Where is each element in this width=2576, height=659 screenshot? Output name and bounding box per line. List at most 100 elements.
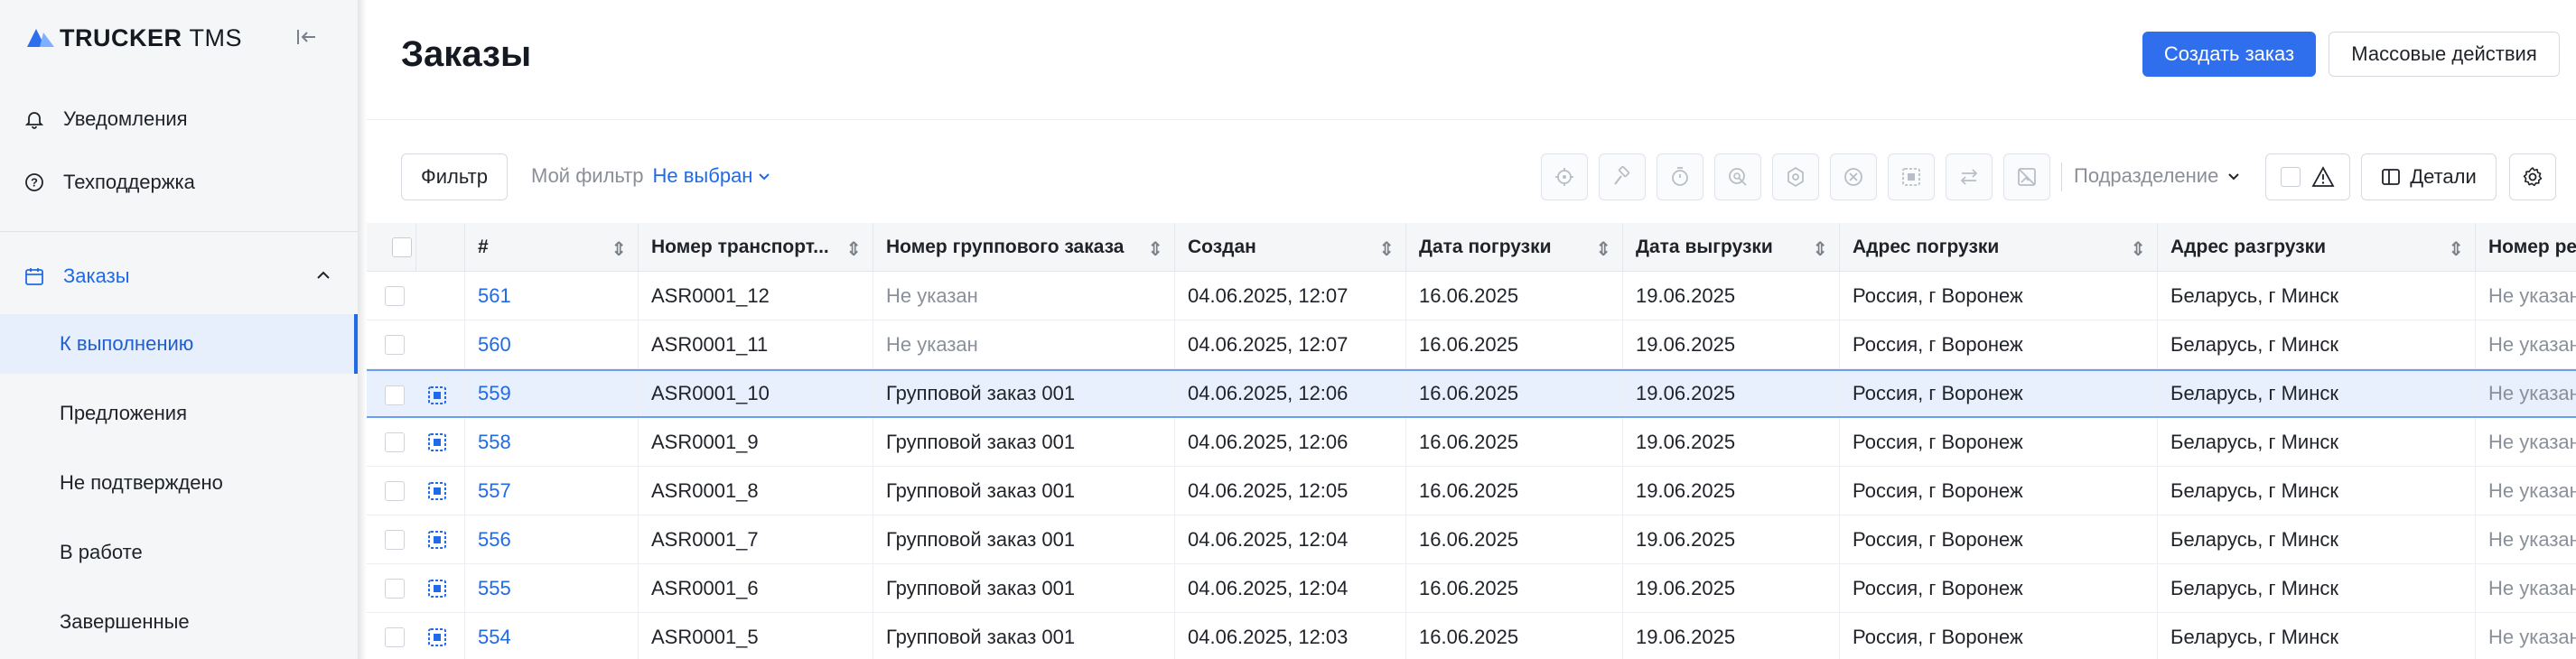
svg-text:?: ? — [31, 176, 38, 190]
cancel-circle-icon[interactable] — [1830, 153, 1877, 200]
table-row[interactable]: 558 ASR0001_9 Групповой заказ 001 04.06.202… — [367, 418, 2576, 467]
search-doc-icon[interactable] — [1714, 153, 1761, 200]
sidebar-subitem-completed[interactable]: Завершенные — [0, 592, 358, 652]
sidebar-item-support[interactable]: ? Техподдержка — [0, 164, 358, 200]
header-transport-number[interactable]: Номер транспорт... ⇕ — [638, 223, 873, 272]
header-group-order[interactable]: Номер группового заказа ⇕ — [873, 223, 1174, 272]
header-created[interactable]: Создан ⇕ — [1174, 223, 1405, 272]
select-all-cell — [367, 223, 415, 272]
filter-button[interactable]: Фильтр — [401, 153, 508, 200]
cell-from: Россия, г Воронеж — [1839, 418, 2157, 466]
sidebar-subitem-offers[interactable]: Предложения — [0, 384, 358, 443]
group-select-icon[interactable] — [1888, 153, 1935, 200]
cell-group: Групповой заказ 001 — [873, 467, 1174, 515]
toolbar-divider — [2061, 162, 2062, 191]
sidebar-shadow — [358, 0, 367, 659]
order-number-link[interactable]: 557 — [464, 467, 638, 515]
cell-load: 16.06.2025 — [1405, 613, 1622, 659]
table-row[interactable]: 561 ASR0001_12 Не указан 04.06.2025, 12:07 1… — [367, 272, 2576, 320]
order-number-link[interactable]: 554 — [464, 613, 638, 659]
sidebar-subitem-label: Предложения — [60, 402, 188, 424]
settings-gear-icon[interactable] — [1772, 153, 1819, 200]
logo[interactable]: TRUCKER TMS — [27, 23, 242, 52]
hammer-icon[interactable] — [1599, 153, 1646, 200]
table-row[interactable]: 555 ASR0001_6 Групповой заказ 001 04.06.202… — [367, 564, 2576, 613]
swap-icon[interactable] — [1946, 153, 1993, 200]
subdivision-select[interactable]: Подразделение — [2074, 164, 2242, 188]
sidebar-subitem-unconfirmed[interactable]: Не подтверждено — [0, 453, 358, 513]
group-order-icon — [428, 580, 446, 598]
sort-icon[interactable]: ⇕ — [1378, 238, 1395, 261]
header-load-address[interactable]: Адрес погрузки ⇕ — [1839, 223, 2157, 272]
row-checkbox[interactable] — [385, 481, 405, 501]
order-number-link[interactable]: 556 — [464, 515, 638, 563]
table-row[interactable]: 560 ASR0001_11 Не указан 04.06.2025, 12:07 1… — [367, 320, 2576, 369]
cell-extra: Не указан — [2475, 272, 2576, 320]
cell-from: Россия, г Воронеж — [1839, 467, 2157, 515]
row-checkbox[interactable] — [385, 286, 405, 306]
my-filter-select[interactable]: Не выбран — [653, 164, 773, 188]
table-row[interactable]: 556 ASR0001_7 Групповой заказ 001 04.06.202… — [367, 515, 2576, 564]
details-button[interactable]: Детали — [2361, 153, 2497, 200]
cell-unload: 19.06.2025 — [1622, 418, 1839, 466]
target-icon[interactable] — [1541, 153, 1588, 200]
chevron-down-icon — [759, 173, 770, 181]
header-load-date[interactable]: Дата погрузки ⇕ — [1405, 223, 1622, 272]
cell-unload: 19.06.2025 — [1622, 272, 1839, 320]
create-order-button[interactable]: Создать заказ — [2142, 32, 2316, 77]
table-row[interactable]: 557 ASR0001_8 Групповой заказ 001 04.06.202… — [367, 467, 2576, 515]
calendar-icon — [23, 265, 45, 287]
row-checkbox[interactable] — [385, 530, 405, 550]
cell-group: Не указан — [873, 320, 1174, 368]
select-all-checkbox[interactable] — [392, 237, 412, 257]
header-number[interactable]: # ⇕ — [464, 223, 638, 272]
group-order-icon — [428, 628, 446, 646]
header-divider — [367, 119, 2576, 120]
sort-icon[interactable]: ⇕ — [2130, 238, 2146, 261]
sidebar-item-label: Техподдержка — [63, 171, 195, 193]
sort-icon[interactable]: ⇕ — [845, 238, 862, 261]
table-settings-button[interactable] — [2509, 153, 2556, 200]
timer-icon[interactable] — [1657, 153, 1703, 200]
sort-icon[interactable]: ⇕ — [1595, 238, 1611, 261]
header-unload-address[interactable]: Адрес разгрузки ⇕ — [2157, 223, 2475, 272]
no-image-icon[interactable] — [2003, 153, 2050, 200]
sidebar-subitem-to-do[interactable]: К выполнению — [0, 314, 358, 374]
sort-icon[interactable]: ⇕ — [1812, 238, 1828, 261]
row-checkbox[interactable] — [385, 627, 405, 647]
row-checkbox[interactable] — [385, 579, 405, 599]
collapse-sidebar-button[interactable] — [291, 23, 322, 51]
sort-icon[interactable]: ⇕ — [2448, 238, 2464, 261]
cell-extra: Не указан — [2475, 467, 2576, 515]
order-number-link[interactable]: 559 — [464, 371, 638, 416]
sidebar-item-orders[interactable]: Заказы — [0, 258, 358, 294]
order-number-link[interactable]: 561 — [464, 272, 638, 320]
table-row[interactable]: 559 ASR0001_10 Групповой заказ 001 04.06.20… — [367, 369, 2576, 418]
header-extra-number[interactable]: Номер ре — [2475, 223, 2576, 272]
subdivision-label: Подразделение — [2074, 164, 2219, 187]
cell-created: 04.06.2025, 12:04 — [1174, 564, 1405, 612]
order-number-link[interactable]: 555 — [464, 564, 638, 612]
table-row[interactable]: 554 ASR0001_5 Групповой заказ 001 04.06.202… — [367, 613, 2576, 659]
warning-filter-checkbox[interactable] — [2281, 167, 2301, 187]
cell-created: 04.06.2025, 12:05 — [1174, 467, 1405, 515]
cell-created: 04.06.2025, 12:06 — [1174, 371, 1405, 416]
bulk-actions-button[interactable]: Массовые действия — [2329, 32, 2560, 77]
order-number-link[interactable]: 560 — [464, 320, 638, 368]
sort-icon[interactable]: ⇕ — [1147, 238, 1163, 261]
cell-to: Беларусь, г Минск — [2157, 272, 2475, 320]
row-checkbox[interactable] — [385, 385, 405, 405]
warning-filter-toggle[interactable] — [2265, 153, 2350, 200]
order-number-link[interactable]: 558 — [464, 418, 638, 466]
header-unload-date[interactable]: Дата выгрузки ⇕ — [1622, 223, 1839, 272]
row-checkbox[interactable] — [385, 432, 405, 452]
group-order-icon — [428, 482, 446, 500]
sidebar-item-notifications[interactable]: Уведомления — [0, 101, 358, 137]
cell-load: 16.06.2025 — [1405, 418, 1622, 466]
cell-extra: Не указан — [2475, 418, 2576, 466]
sort-icon[interactable]: ⇕ — [611, 238, 627, 261]
sidebar-subitem-in-progress[interactable]: В работе — [0, 523, 358, 582]
sidebar-item-label: Заказы — [63, 265, 130, 287]
cell-to: Беларусь, г Минск — [2157, 515, 2475, 563]
row-checkbox[interactable] — [385, 335, 405, 355]
